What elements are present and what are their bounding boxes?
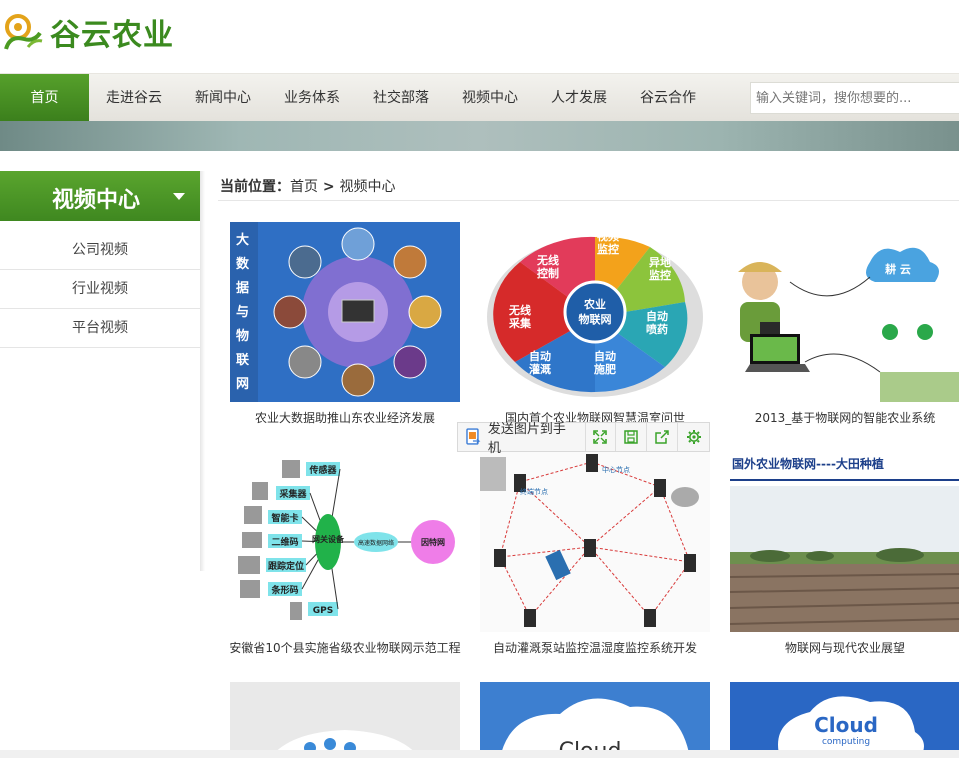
thumb-text: 高速数据网络 bbox=[358, 539, 394, 547]
bottom-scrollbar[interactable] bbox=[0, 750, 959, 758]
sidebar-item-platform-video[interactable]: 平台视频 bbox=[0, 309, 200, 348]
thumb-text: 网关设备 bbox=[312, 534, 345, 544]
thumb-text: 自动 bbox=[529, 349, 551, 363]
sidebar-header[interactable]: 视频中心 bbox=[0, 171, 200, 221]
sidebar-item-company-video[interactable]: 公司视频 bbox=[0, 231, 200, 270]
nav-item-talent[interactable]: 人才发展 bbox=[551, 74, 607, 122]
nav-item-business[interactable]: 业务体系 bbox=[284, 74, 340, 122]
video-thumb-6[interactable]: 国外农业物联网----大田种植 bbox=[730, 452, 959, 632]
thumb-text: 采集器 bbox=[278, 488, 307, 500]
thumb-text: 物 bbox=[236, 328, 249, 344]
video-caption-3[interactable]: 2013_基于物联网的智能农业系统 bbox=[720, 409, 959, 426]
thumb-text: 耕 云 bbox=[885, 262, 911, 276]
sidebar-title: 视频中心 bbox=[52, 188, 141, 213]
nav-item-social[interactable]: 社交部落 bbox=[373, 74, 429, 122]
thumb-text: 监控 bbox=[649, 268, 671, 282]
video-caption-1[interactable]: 农业大数据助推山东农业经济发展 bbox=[220, 409, 470, 426]
thumb-text: 网 bbox=[236, 377, 249, 392]
thumb-text: 国外农业物联网----大田种植 bbox=[732, 456, 884, 471]
nav-item-cooperation[interactable]: 谷云合作 bbox=[640, 74, 696, 122]
thumb-text: 联 bbox=[236, 353, 249, 368]
thumb-text: 自动 bbox=[646, 309, 668, 323]
thumb-text: 控制 bbox=[537, 266, 559, 280]
thumb-text: 采集 bbox=[508, 316, 532, 330]
thumb-text: 大 bbox=[236, 232, 249, 248]
thumb-text: GPS bbox=[313, 606, 333, 616]
thumb-text: 喷药 bbox=[646, 322, 668, 336]
thumb-text: 跟踪定位 bbox=[268, 560, 304, 572]
thumb-text: 中心节点 bbox=[602, 465, 630, 474]
breadcrumb: 当前位置：首页 > 视频中心 bbox=[220, 176, 395, 196]
thumb-text: 无线 bbox=[536, 253, 559, 267]
video-thumb-2[interactable]: 农业 物联网 视频 监控 无线 控制 异地 监控 无线 采集 自动 喷药 自动 … bbox=[480, 222, 710, 402]
video-thumb-3[interactable]: 耕 云 bbox=[730, 222, 959, 402]
video-thumb-8[interactable]: Cloud bbox=[480, 682, 710, 758]
thumb-text: 灌溉 bbox=[529, 362, 551, 376]
thumb-text: computing bbox=[822, 737, 870, 747]
thumb-text: 视频 bbox=[597, 229, 619, 243]
search-input[interactable] bbox=[750, 82, 959, 114]
breadcrumb-separator: > bbox=[318, 179, 340, 195]
expand-button[interactable] bbox=[586, 423, 617, 451]
breadcrumb-prefix: 当前位置： bbox=[220, 179, 290, 195]
share-button[interactable] bbox=[647, 423, 679, 451]
send-to-phone-button[interactable]: 发送图片到手机 bbox=[458, 422, 586, 456]
divider bbox=[218, 200, 959, 201]
thumb-text: 与 bbox=[236, 305, 249, 320]
thumb-text: 农业 bbox=[583, 297, 606, 311]
thumb-text: 终端节点 bbox=[520, 487, 548, 496]
video-caption-4[interactable]: 安徽省10个县实施省级农业物联网示范工程 bbox=[220, 639, 470, 656]
video-thumb-9[interactable]: Cloud computing bbox=[730, 682, 959, 758]
banner-strip bbox=[0, 121, 959, 151]
sidebar-item-industry-video[interactable]: 行业视频 bbox=[0, 270, 200, 309]
gear-icon bbox=[686, 430, 701, 444]
thumb-text: 二维码 bbox=[271, 536, 298, 548]
thumb-text: 自动 bbox=[594, 349, 616, 363]
site-header: 谷云农业 bbox=[0, 0, 959, 73]
thumb-text: 异地 bbox=[649, 255, 671, 269]
video-thumb-7[interactable] bbox=[230, 682, 460, 758]
logo[interactable]: 谷云农业 bbox=[0, 8, 200, 56]
logo-icon bbox=[4, 14, 43, 50]
share-icon bbox=[655, 430, 669, 444]
nav-item-about[interactable]: 走进谷云 bbox=[106, 74, 162, 122]
thumb-text: 施肥 bbox=[594, 362, 616, 376]
thumb-text: 智能卡 bbox=[271, 512, 298, 524]
breadcrumb-home[interactable]: 首页 bbox=[290, 179, 318, 195]
save-button[interactable] bbox=[616, 423, 648, 451]
thumb-text: 因特网 bbox=[421, 537, 445, 547]
thumb-text: 传感器 bbox=[308, 464, 337, 476]
breadcrumb-current: 视频中心 bbox=[339, 179, 396, 195]
video-caption-6[interactable]: 物联网与现代农业展望 bbox=[720, 639, 959, 656]
video-caption-5[interactable]: 自动灌溉泵站监控温湿度监控系统开发 bbox=[470, 639, 720, 656]
thumb-text: 据 bbox=[236, 280, 249, 296]
video-thumb-1[interactable]: 大 数 据 与 物 联 网 bbox=[230, 222, 460, 402]
thumb-text: 条形码 bbox=[270, 584, 298, 596]
caret-down-icon bbox=[173, 193, 185, 200]
thumb-text: 监控 bbox=[597, 242, 619, 256]
settings-button[interactable] bbox=[678, 423, 709, 451]
nav-item-news[interactable]: 新闻中心 bbox=[195, 74, 251, 122]
thumb-text: 无线 bbox=[508, 303, 531, 317]
nav-item-home[interactable]: 首页 bbox=[0, 74, 89, 122]
expand-icon bbox=[593, 430, 608, 444]
image-toolbar: 发送图片到手机 bbox=[457, 422, 710, 456]
video-thumb-5[interactable]: 中心节点 终端节点 bbox=[480, 452, 710, 632]
phone-image-icon bbox=[466, 428, 481, 445]
thumb-text: 数 bbox=[236, 256, 250, 272]
send-to-phone-label: 发送图片到手机 bbox=[487, 422, 566, 456]
nav-item-video[interactable]: 视频中心 bbox=[462, 74, 518, 122]
video-thumb-4[interactable]: 传感器 采集器 智能卡 二维码 跟踪定位 条形码 GPS 网关设备 高速数据网络… bbox=[230, 452, 460, 632]
save-icon bbox=[624, 430, 639, 444]
main-nav: 首页 走进谷云 新闻中心 业务体系 社交部落 视频中心 人才发展 谷云合作 bbox=[0, 73, 959, 122]
thumb-text: 物联网 bbox=[579, 312, 612, 326]
sidebar-divider bbox=[200, 171, 205, 571]
thumb-text: Cloud bbox=[814, 713, 878, 737]
logo-text: 谷云农业 bbox=[50, 18, 174, 53]
